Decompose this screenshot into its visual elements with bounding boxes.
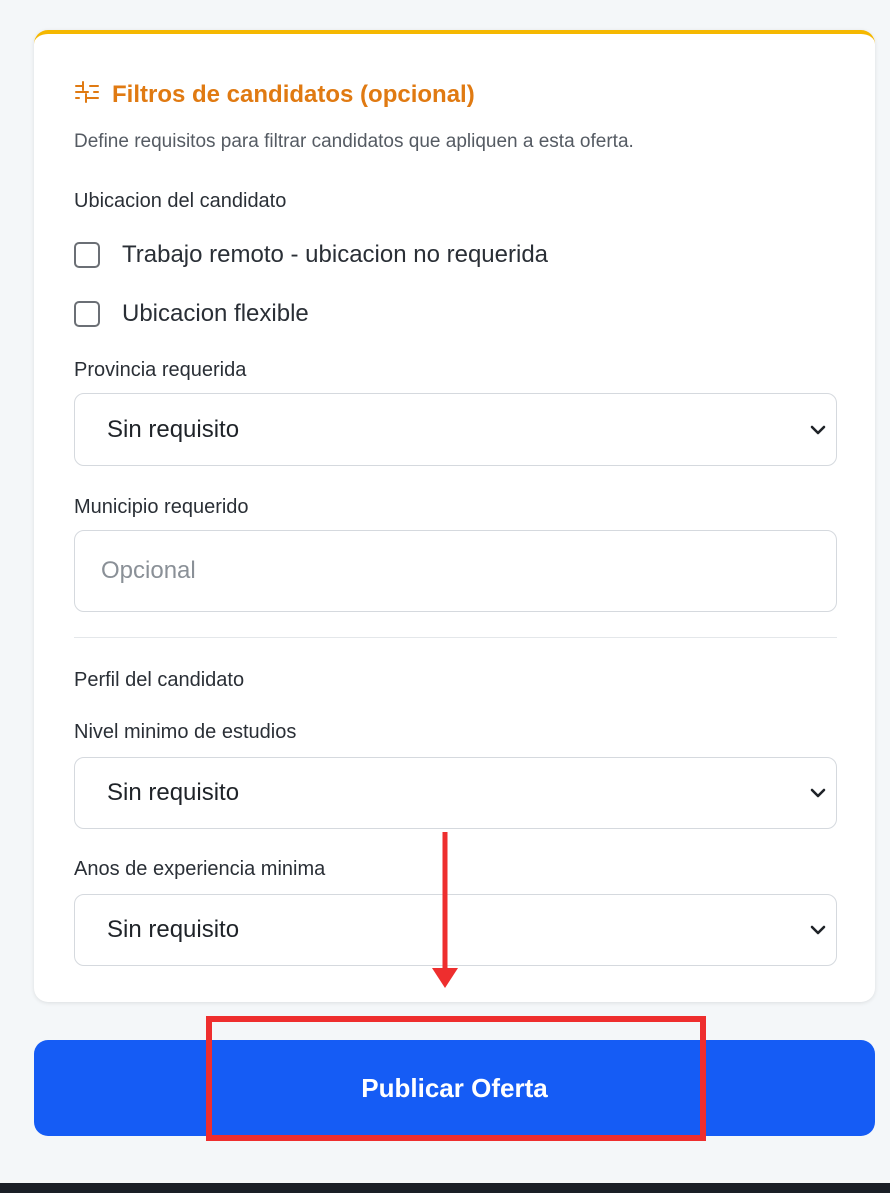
filters-description: Define requisitos para filtrar candidato… (74, 131, 634, 152)
education-select-value: Sin requisito (107, 779, 240, 806)
municipality-input[interactable]: Opcional (74, 530, 837, 612)
remote-work-checkbox[interactable] (74, 242, 100, 268)
chevron-down-icon (810, 788, 826, 798)
bottom-bar (0, 1183, 890, 1193)
flexible-location-checkbox[interactable] (74, 301, 100, 327)
annotation-highlight-box (206, 1016, 706, 1141)
municipality-label: Municipio requerido (74, 496, 249, 518)
education-label: Nivel minimo de estudios (74, 721, 297, 743)
municipality-placeholder: Opcional (101, 557, 196, 584)
sliders-icon (74, 80, 100, 109)
flexible-location-label: Ubicacion flexible (122, 300, 309, 327)
remote-work-label[interactable]: Trabajo remoto - ubicacion no requerida (122, 241, 548, 269)
profile-section-heading: Perfil del candidato (74, 669, 245, 691)
section-divider (74, 637, 837, 638)
province-select-value: Sin requisito (107, 415, 240, 443)
flexible-location-option[interactable]: Ubicacion flexible (74, 300, 309, 328)
remote-work-option[interactable]: Trabajo remoto - ubicacion no requerida (74, 241, 548, 269)
location-section-heading: Ubicacion del candidato (74, 190, 287, 212)
chevron-down-icon (810, 925, 826, 935)
chevron-down-icon (810, 425, 826, 434)
province-label: Provincia requerida (74, 359, 247, 381)
annotation-arrow-icon (432, 832, 458, 988)
experience-select-value: Sin requisito (107, 916, 240, 943)
education-select[interactable]: Sin requisito (74, 757, 837, 829)
experience-label: Anos de experiencia minima (74, 858, 326, 880)
filters-header: Filtros de candidatos (opcional) (74, 80, 475, 109)
filters-title: Filtros de candidatos (opcional) (112, 80, 475, 108)
province-select[interactable]: Sin requisito (74, 393, 837, 466)
